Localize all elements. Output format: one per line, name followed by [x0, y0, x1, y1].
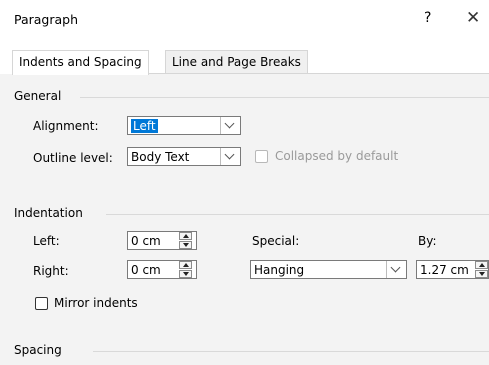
left-indent-stepper[interactable] [179, 232, 192, 249]
dropdown-arrow[interactable] [220, 117, 240, 134]
alignment-value: Left [131, 119, 158, 133]
arrow-down-icon [183, 243, 189, 247]
by-stepper[interactable] [475, 261, 488, 278]
decrement-button[interactable] [179, 270, 192, 278]
section-indentation-heading: Indentation [14, 206, 83, 220]
mirror-indents-checkbox[interactable] [35, 297, 48, 310]
tab-line-and-page-breaks[interactable]: Line and Page Breaks [165, 50, 308, 73]
increment-button[interactable] [475, 261, 488, 269]
arrow-down-icon [183, 272, 189, 276]
right-indent-value: 0 cm [131, 263, 161, 277]
section-spacing-heading: Spacing [14, 343, 62, 357]
divider [80, 97, 489, 98]
tab-label: Line and Page Breaks [172, 55, 301, 69]
increment-button[interactable] [179, 232, 192, 240]
outline-level-label: Outline level: [33, 151, 113, 165]
dialog-title: Paragraph [14, 12, 79, 27]
right-indent-stepper[interactable] [179, 261, 192, 278]
collapsed-by-default-label: Collapsed by default [275, 149, 399, 163]
help-button[interactable]: ? [424, 10, 431, 26]
increment-button[interactable] [179, 261, 192, 269]
arrow-up-icon [183, 263, 189, 267]
divider [93, 351, 489, 352]
section-general-heading: General [14, 89, 62, 103]
right-indent-input[interactable]: 0 cm [127, 260, 197, 279]
arrow-down-icon [479, 272, 485, 276]
by-value: 1.27 cm [420, 263, 469, 277]
dropdown-arrow[interactable] [220, 148, 240, 165]
special-value: Hanging [254, 263, 305, 277]
by-input[interactable]: 1.27 cm [416, 260, 489, 279]
outline-level-value: Body Text [131, 150, 190, 164]
special-dropdown[interactable]: Hanging [250, 260, 407, 279]
decrement-button[interactable] [475, 270, 488, 278]
by-label: By: [418, 234, 437, 248]
chevron-down-icon [224, 118, 235, 129]
left-indent-input[interactable]: 0 cm [127, 231, 197, 250]
alignment-label: Alignment: [33, 119, 99, 133]
left-indent-label: Left: [33, 234, 60, 248]
dropdown-arrow[interactable] [386, 261, 406, 278]
mirror-indents-label: Mirror indents [54, 296, 138, 310]
special-label: Special: [252, 234, 300, 248]
arrow-up-icon [183, 234, 189, 238]
left-indent-value: 0 cm [131, 234, 161, 248]
decrement-button[interactable] [179, 241, 192, 249]
right-indent-label: Right: [33, 264, 69, 278]
tab-label: Indents and Spacing [19, 55, 142, 69]
arrow-up-icon [479, 263, 485, 267]
divider [106, 214, 489, 215]
collapsed-by-default-checkbox[interactable] [255, 150, 268, 163]
close-icon[interactable]: ✕ [466, 8, 480, 28]
alignment-dropdown[interactable]: Left [127, 116, 241, 135]
chevron-down-icon [224, 149, 235, 160]
tab-indents-and-spacing[interactable]: Indents and Spacing [12, 50, 149, 75]
chevron-down-icon [390, 262, 401, 273]
outline-level-dropdown[interactable]: Body Text [127, 147, 241, 166]
